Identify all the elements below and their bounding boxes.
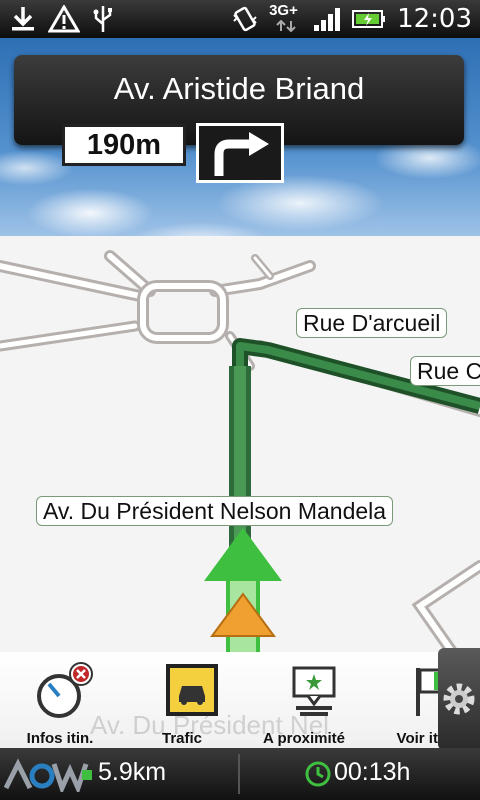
data-arrows-icon: [276, 20, 296, 32]
trip-info-bar[interactable]: 5.9km 00:13h: [0, 748, 480, 800]
turn-right-icon: [214, 132, 269, 176]
download-icon: [12, 7, 34, 31]
vibrate-icon: [233, 6, 257, 32]
settings-button[interactable]: [438, 648, 480, 750]
nearby-button[interactable]: A proximité: [254, 660, 354, 747]
route-info-button[interactable]: Infos itin.: [10, 660, 110, 747]
network-type: 3G+: [269, 3, 303, 34]
street-label: Av. Du Président Nelson Mandela: [36, 496, 394, 526]
clock-icon: [305, 761, 331, 787]
nearby-icon: [292, 666, 336, 716]
road-network: [0, 250, 480, 656]
battery-charging-icon: [352, 10, 386, 28]
remaining-distance: 5.9km: [98, 758, 167, 786]
street-label: Rue C: [410, 356, 480, 386]
position-marker: [210, 592, 276, 637]
street-label: Rue D'arcueil: [296, 308, 448, 338]
divider: [238, 754, 240, 794]
next-turn-indicator: [196, 123, 284, 183]
nearby-label: A proximité: [263, 730, 345, 747]
turn-distance: 190m: [62, 124, 186, 166]
estimated-time: 00:13h: [334, 758, 411, 786]
clock: 12:03: [397, 4, 472, 34]
bottom-toolbar: Av. Du Président Nel Infos itin. Trafic …: [0, 652, 480, 748]
warning-icon: [48, 5, 80, 33]
gear-icon: [443, 683, 475, 715]
traffic-label: Trafic: [161, 730, 203, 747]
status-bar: 3G+ 12:03: [0, 0, 480, 38]
traffic-icon: [166, 664, 218, 716]
route-info-label: Infos itin.: [26, 730, 94, 747]
usb-icon: [93, 6, 112, 32]
traffic-button[interactable]: Trafic: [132, 660, 232, 747]
route-info-icon: [37, 662, 93, 718]
current-street-name: Av. Aristide Briand: [113, 71, 365, 106]
map-view[interactable]: Rue D'arcueil Rue C Av. Du Président Nel…: [0, 236, 480, 656]
brand-logo: [4, 758, 92, 792]
signal-icon: [314, 8, 341, 31]
